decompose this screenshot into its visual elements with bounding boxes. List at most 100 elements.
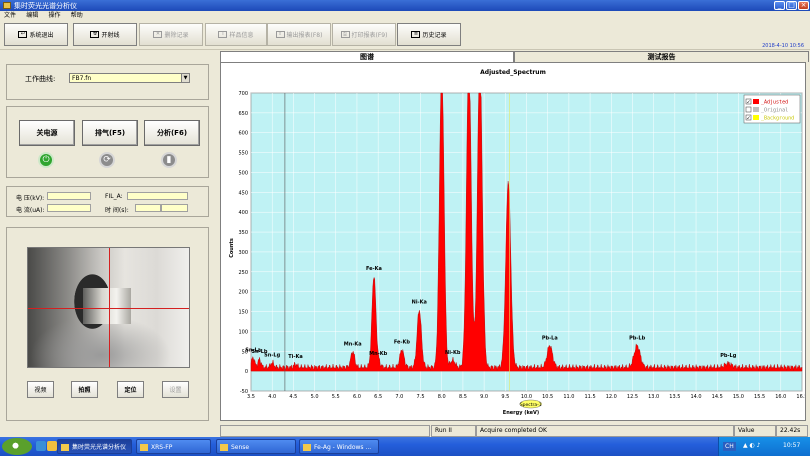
x-tick-label: 5.5 bbox=[332, 394, 340, 400]
legend-swatch bbox=[753, 115, 759, 120]
task-xrsfp[interactable]: XRS-FP bbox=[136, 439, 211, 454]
app-icon bbox=[3, 2, 11, 9]
current-field bbox=[47, 204, 91, 212]
sample-info-button[interactable]: i 样品信息 bbox=[205, 23, 267, 46]
system-tray: CH ▲ ◐ ♪ 10:57 bbox=[718, 437, 810, 456]
x-tick-label: 10.5 bbox=[542, 394, 553, 400]
x-tick-label: 16.0 bbox=[775, 394, 786, 400]
voltage-label: 电 压(kV): bbox=[16, 195, 45, 202]
settings-button[interactable]: 设置 bbox=[162, 381, 189, 398]
start-button[interactable] bbox=[2, 438, 32, 455]
peak-label: Fe-Ka bbox=[366, 266, 382, 272]
y-tick-label: 600 bbox=[238, 131, 248, 137]
y-tick-label: 0 bbox=[245, 369, 248, 375]
taskbar: 集时荧光光谱分析仪 XRS-FP Sense Fe-Ag - Windows .… bbox=[0, 437, 810, 456]
task-sense[interactable]: Sense bbox=[216, 439, 296, 454]
task-analyzer[interactable]: 集时荧光光谱分析仪 bbox=[57, 439, 132, 454]
refresh-icon[interactable]: ⟳ bbox=[99, 152, 115, 168]
power-off-button[interactable]: 关电源 bbox=[19, 120, 75, 146]
x-tick-label: 9.0 bbox=[480, 394, 488, 400]
app-icon bbox=[220, 444, 228, 451]
y-tick-label: 200 bbox=[238, 290, 248, 296]
tab-report[interactable]: 测试报告 bbox=[514, 51, 809, 62]
ie-icon[interactable] bbox=[36, 441, 46, 451]
legend-checkbox bbox=[745, 106, 752, 113]
x-tick-label: 8.0 bbox=[438, 394, 446, 400]
export-report-button[interactable]: ⇪ 输出报表(F8) bbox=[267, 23, 331, 46]
x-tick-label: 11.5 bbox=[585, 394, 596, 400]
camera-preview[interactable] bbox=[27, 247, 190, 368]
status-value: 22.42s bbox=[776, 425, 808, 437]
tab-spectrum[interactable]: 图谱 bbox=[220, 51, 514, 62]
status-value-label: Value bbox=[734, 425, 776, 437]
title-bar: 集时荧光光谱分析仪 _ □ × bbox=[0, 0, 810, 11]
camera-panel: 视频 拍照 定位 设置 bbox=[6, 227, 209, 421]
y-tick-label: 700 bbox=[238, 91, 248, 97]
chart-title: Adjusted_Spectrum bbox=[480, 69, 546, 76]
xray-on-button[interactable]: ☢ 开射线 bbox=[73, 23, 137, 46]
voltage-field bbox=[47, 192, 91, 200]
x-tick-label: 10.0 bbox=[521, 394, 532, 400]
task-windows[interactable]: Fe-Ag - Windows ... bbox=[299, 439, 379, 454]
peak-label: Ni-Kb bbox=[445, 350, 461, 356]
power-icon[interactable]: ⏻ bbox=[38, 152, 54, 168]
y-tick-label: 400 bbox=[238, 210, 248, 216]
snapshot-button[interactable]: 拍照 bbox=[71, 381, 98, 398]
peak-label: Pb-La bbox=[542, 335, 558, 341]
print-report-button[interactable]: ⎙ 打印报表(F9) bbox=[332, 23, 396, 46]
stop-icon[interactable]: ▮ bbox=[161, 152, 177, 168]
curve-panel: 工作曲线: FB7.fn ▼ bbox=[6, 64, 209, 100]
curve-select[interactable]: FB7.fn ▼ bbox=[69, 73, 190, 83]
delete-record-button[interactable]: ✕ 删除记录 bbox=[139, 23, 203, 46]
video-button[interactable]: 视频 bbox=[27, 381, 54, 398]
window-title: 集时荧光光谱分析仪 bbox=[14, 2, 77, 10]
y-tick-label: 150 bbox=[238, 310, 248, 316]
history-button[interactable]: ≡ 历史记录 bbox=[397, 23, 461, 46]
exhaust-button[interactable]: 排气(F5) bbox=[82, 120, 138, 146]
actions-panel: 关电源 排气(F5) 分析(F6) ⏻ ⟳ ▮ bbox=[6, 106, 209, 178]
menu-edit[interactable]: 编辑 bbox=[26, 11, 38, 20]
peak-label: Mn-Kb bbox=[369, 351, 387, 357]
language-indicator[interactable]: CH bbox=[723, 442, 736, 451]
x-tick-label: 13.5 bbox=[669, 394, 680, 400]
peak-label: Pb-Lg bbox=[720, 353, 737, 359]
maximize-button[interactable]: □ bbox=[786, 1, 797, 10]
minimize-button[interactable]: _ bbox=[774, 1, 785, 10]
legend-label: _Original bbox=[761, 108, 788, 114]
datetime-label: 2018-4-10 10:56 bbox=[762, 43, 804, 49]
menu-help[interactable]: 帮助 bbox=[71, 11, 83, 20]
x-tick-label: 16.5 bbox=[796, 394, 805, 400]
clock: 10:57 bbox=[783, 442, 801, 449]
x-tick-label: 4.5 bbox=[289, 394, 297, 400]
peak-label: Ni-Ka bbox=[412, 300, 427, 306]
peak-label: Sn-Lg bbox=[264, 352, 280, 358]
xray-icon: ☢ bbox=[90, 31, 100, 38]
peak-label: Fe-Kb bbox=[394, 339, 411, 345]
history-icon: ≡ bbox=[411, 31, 421, 38]
x-tick-label: 15.0 bbox=[733, 394, 744, 400]
time-field-2 bbox=[161, 204, 188, 212]
exit-button[interactable]: ↩ 系统退出 bbox=[4, 23, 68, 46]
y-tick-label: 550 bbox=[238, 151, 248, 157]
folder-icon[interactable] bbox=[47, 441, 57, 451]
y-tick-label: 500 bbox=[238, 170, 248, 176]
analyze-button[interactable]: 分析(F6) bbox=[144, 120, 200, 146]
x-tick-label: 9.5 bbox=[501, 394, 509, 400]
status-left bbox=[220, 425, 430, 437]
close-button[interactable]: × bbox=[798, 1, 809, 10]
spectrum-chart-panel: Adjusted_Spectrum Energy (keV) Counts -5… bbox=[220, 62, 806, 421]
time-field-1 bbox=[135, 204, 161, 212]
spectrum-chart[interactable]: Adjusted_Spectrum Energy (keV) Counts -5… bbox=[221, 63, 805, 420]
tray-icons: ▲ ◐ ♪ bbox=[743, 442, 761, 449]
menu-operate[interactable]: 操作 bbox=[49, 11, 61, 20]
status-run: Run II bbox=[431, 425, 476, 437]
x-tick-label: 11.0 bbox=[563, 394, 574, 400]
menu-file[interactable]: 文件 bbox=[4, 11, 16, 20]
locate-button[interactable]: 定位 bbox=[117, 381, 144, 398]
peak-label: Ti-Ka bbox=[288, 354, 302, 360]
x-tick-label: 7.5 bbox=[417, 394, 425, 400]
readings-panel: 电 压(kV): FIL_A: 电 流(uA): 时 间(s): bbox=[6, 186, 209, 217]
curve-label: 工作曲线: bbox=[25, 75, 56, 83]
x-tick-label: 12.5 bbox=[627, 394, 638, 400]
x-tick-label: 13.0 bbox=[648, 394, 659, 400]
